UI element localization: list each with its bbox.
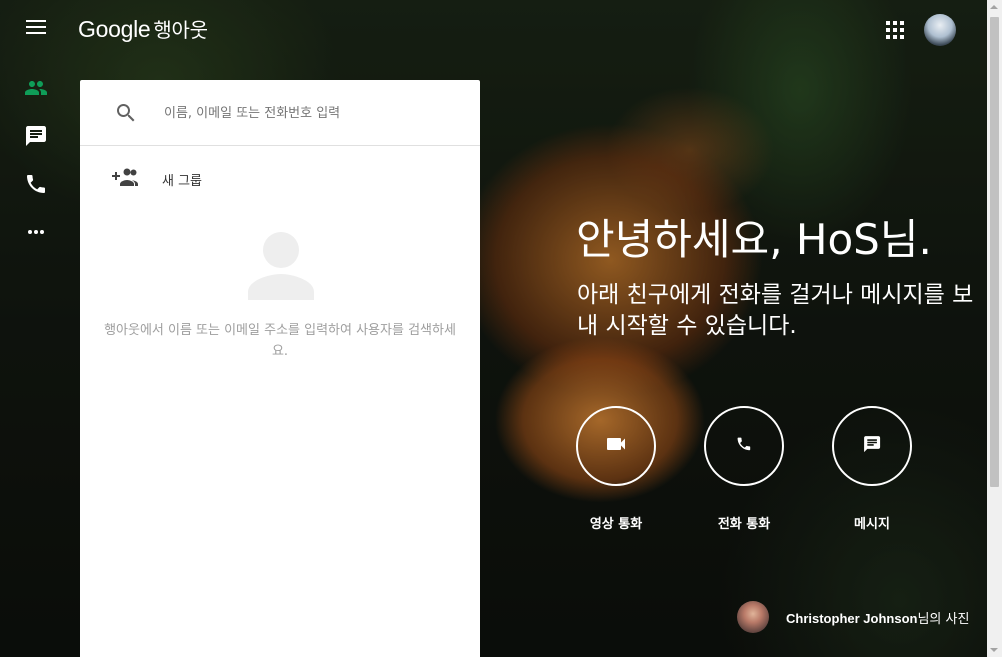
photo-credit-suffix: 님의 사진 <box>917 611 970 627</box>
video-call-button[interactable]: 영상 통화 <box>566 406 666 532</box>
new-group-button[interactable]: 새 그룹 <box>80 146 480 210</box>
phone-icon[interactable] <box>24 172 48 196</box>
menu-icon-line <box>26 32 46 34</box>
main-menu-button[interactable] <box>26 20 46 36</box>
greeting-subtitle: 아래 친구에게 전화를 걸거나 메시지를 보내 시작할 수 있습니다. <box>577 282 974 339</box>
people-icon[interactable] <box>24 76 48 100</box>
scroll-down-arrow-icon[interactable] <box>990 648 998 652</box>
videocam-icon <box>604 432 628 460</box>
logo-product: 행아웃 <box>153 18 208 42</box>
message-icon <box>860 432 884 460</box>
message-label: 메시지 <box>854 517 890 532</box>
search-row <box>80 80 480 146</box>
message-circle <box>832 406 912 486</box>
logo-brand: Google <box>78 16 151 42</box>
search-icon[interactable] <box>114 101 138 125</box>
greeting-title: 안녕하세요, HoS님. <box>576 215 932 264</box>
voice-call-circle <box>704 406 784 486</box>
empty-avatar-placeholder <box>248 232 314 300</box>
more-horiz-icon[interactable] <box>24 220 48 244</box>
group-add-icon <box>112 167 138 187</box>
photo-credit-text: Christopher Johnson님의 사진 <box>786 608 969 627</box>
menu-icon-line <box>26 20 46 22</box>
photographer-avatar[interactable] <box>737 601 769 633</box>
new-group-label: 새 그룹 <box>162 174 203 189</box>
voice-call-label: 전화 통화 <box>717 517 771 532</box>
contacts-panel: 새 그룹 행아웃에서 이름 또는 이메일 주소를 입력하여 사용자를 검색하세요… <box>80 80 480 657</box>
menu-icon-line <box>26 26 46 28</box>
scroll-up-arrow-icon[interactable] <box>990 5 998 9</box>
video-call-label: 영상 통화 <box>589 517 643 532</box>
scroll-thumb[interactable] <box>990 17 999 487</box>
message-button[interactable]: 메시지 <box>822 406 922 532</box>
photo-credit: Christopher Johnson님의 사진 <box>737 601 969 633</box>
search-input[interactable] <box>162 101 466 125</box>
page-scrollbar[interactable] <box>987 0 1002 657</box>
chat-icon[interactable] <box>24 124 48 148</box>
phone-icon <box>732 432 756 460</box>
video-call-circle <box>576 406 656 486</box>
photographer-name[interactable]: Christopher Johnson <box>786 611 917 626</box>
voice-call-button[interactable]: 전화 통화 <box>694 406 794 532</box>
account-avatar[interactable] <box>924 14 956 46</box>
app-logo[interactable]: Google 행아웃 <box>78 14 208 43</box>
empty-state-message: 행아웃에서 이름 또는 이메일 주소를 입력하여 사용자를 검색하세요. <box>104 323 456 359</box>
apps-grid-icon[interactable] <box>886 21 904 39</box>
